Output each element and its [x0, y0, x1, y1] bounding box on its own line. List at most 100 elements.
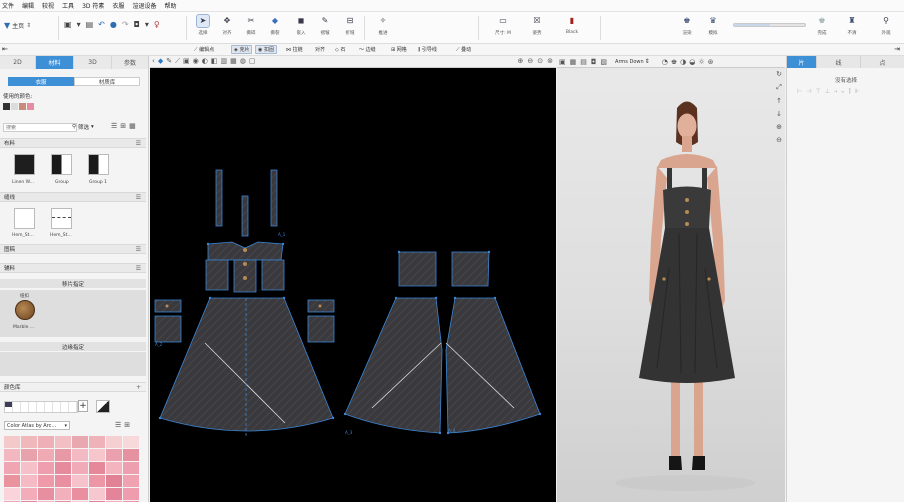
tab-pieces[interactable]: 片	[787, 56, 817, 68]
zoom-selection-icon[interactable]: ⊚	[547, 57, 553, 65]
sub-seam[interactable]: 〜 边缝	[357, 45, 378, 54]
mirror-icon[interactable]: ⫿	[849, 88, 851, 96]
sub-stone[interactable]: ◇ 石	[333, 45, 347, 54]
palette-swatch[interactable]	[38, 462, 54, 474]
add-color-button[interactable]: +	[78, 400, 88, 412]
palette-swatch[interactable]	[72, 488, 88, 500]
palette-swatch[interactable]	[123, 436, 139, 448]
palette-swatch[interactable]	[4, 462, 20, 474]
align-center-icon[interactable]: ⊣	[806, 88, 811, 96]
palette-swatch[interactable]	[89, 436, 105, 448]
collapse-right-icon[interactable]: ⇥	[894, 45, 900, 53]
palette-swatch[interactable]	[21, 475, 37, 487]
home-dropdown[interactable]: ▼ 主页 ⇕	[4, 21, 31, 30]
palette-swatch[interactable]	[72, 436, 88, 448]
fabric-thumb[interactable]	[88, 154, 109, 175]
palette-swatch[interactable]	[89, 462, 105, 474]
color-swatch[interactable]	[3, 103, 10, 110]
flip-v-icon[interactable]: ⫟	[841, 88, 845, 96]
palette-swatch[interactable]	[106, 462, 122, 474]
edit-icon[interactable]: ⟋	[175, 57, 180, 66]
detail-view-icon[interactable]: ▦	[129, 122, 136, 130]
sub-align[interactable]: 对齐	[313, 45, 327, 54]
color-atlas-select[interactable]: Color Atlas by Arc... ▾	[4, 421, 70, 430]
view-front-icon[interactable]: ▣	[559, 58, 566, 66]
zoom-fit-icon[interactable]: ⊙	[537, 57, 543, 65]
record-icon[interactable]: ●	[110, 20, 117, 29]
appearance-button[interactable]: ⚲ 外观	[875, 15, 897, 36]
search-input[interactable]	[4, 124, 76, 132]
zoom-out-icon[interactable]: ⊖	[527, 57, 533, 65]
front-skirt-piece[interactable]	[159, 297, 334, 432]
pocket-piece[interactable]	[154, 315, 182, 343]
palette-swatch[interactable]	[21, 436, 37, 448]
palette-swatch[interactable]	[55, 488, 71, 500]
sub-zipper[interactable]: ⋈ 拉链	[284, 45, 305, 54]
palette-swatch[interactable]	[123, 475, 139, 487]
palette-swatch[interactable]	[106, 436, 122, 448]
tab-2d[interactable]: 2D	[0, 56, 36, 69]
palette-swatch[interactable]	[123, 462, 139, 474]
undo-icon[interactable]: ↶	[98, 20, 105, 29]
render-view-icon[interactable]: ◒	[689, 58, 695, 66]
subtab-library[interactable]: 材质库	[74, 77, 140, 86]
palette-swatch[interactable]	[123, 449, 139, 461]
menu-garment[interactable]: 衣服	[112, 1, 124, 10]
grid-view-icon[interactable]: ⊞	[120, 122, 126, 130]
menu-icon[interactable]: ☰	[136, 246, 141, 253]
back-skirt-left-piece[interactable]	[344, 297, 443, 434]
tab-lines[interactable]: 线	[817, 56, 861, 68]
menu-3d[interactable]: 3D 符素	[82, 1, 104, 10]
palette-swatch[interactable]	[38, 488, 54, 500]
camera-icon[interactable]: ◘	[591, 58, 597, 66]
palette-swatch[interactable]	[21, 488, 37, 500]
pose-select[interactable]: Arms Down	[615, 59, 644, 65]
custom-colors-strip[interactable]	[4, 401, 78, 413]
tool-fold[interactable]: ⊟ 折缝	[339, 15, 361, 36]
fg-bg-color-icon[interactable]	[96, 400, 110, 413]
palette-swatch[interactable]	[106, 475, 122, 487]
avatar-3d-viewport[interactable]: ▣ ▦ ▤ ◘ ▧ Arms Down ⇕ ◔ ♚ ◑ ◒ ☼ ⊛ ↻ ⤢ ↑ …	[557, 56, 785, 502]
sub-grid[interactable]: ⊞ 网格	[389, 45, 409, 54]
pencil-icon[interactable]: ✎	[166, 57, 172, 66]
box-icon[interactable]: ▥	[220, 57, 227, 66]
menu-render[interactable]: 渲退设备	[132, 1, 156, 10]
custom-color-swatch[interactable]	[5, 402, 12, 407]
section-seam[interactable]: 缝线 ☰	[0, 192, 146, 202]
tab-material[interactable]: 材料	[36, 56, 74, 69]
button-trim-thumb[interactable]	[15, 300, 35, 320]
pattern-2d-viewport[interactable]: ‹ ◆ ✎ ⟋ ▣ ◉ ◐ ◧ ▥ ▦ ◍ ▢ ⊕ ⊖ ⊙ ⊚ A_1 A_2 …	[150, 56, 556, 502]
palette-swatch[interactable]	[21, 449, 37, 461]
tool-tear[interactable]: ✂ 撕碎	[240, 15, 262, 36]
avatar-size[interactable]: ▭ 尺寸: M	[488, 15, 518, 36]
grid-icon[interactable]: ▦	[230, 57, 237, 66]
clear-button[interactable]: ♜ 不清	[841, 15, 863, 36]
palette-swatch[interactable]	[55, 475, 71, 487]
image-icon[interactable]: ▧	[600, 58, 607, 66]
camera-icon[interactable]: ◘	[134, 20, 140, 29]
seam-thumb[interactable]	[14, 208, 35, 229]
bodice-left-piece[interactable]	[205, 259, 229, 291]
sub-fix[interactable]: ◉ 扣固	[255, 45, 277, 54]
color-swatch[interactable]	[19, 103, 26, 110]
avatar-pose[interactable]: ☒ 姿势	[523, 15, 551, 36]
strap-piece[interactable]	[270, 169, 278, 227]
palette-swatch[interactable]	[89, 488, 105, 500]
palette-swatch[interactable]	[4, 488, 20, 500]
section-color-lib[interactable]: 颜色库 +	[0, 382, 146, 392]
palette-swatch[interactable]	[106, 488, 122, 500]
tool-avatar[interactable]: ✧ 推进	[372, 15, 394, 36]
strap-piece[interactable]	[215, 169, 223, 227]
frame-icon[interactable]: ▢	[249, 57, 256, 66]
avatar-view-icon[interactable]: ◔	[662, 58, 668, 66]
palette-swatch[interactable]	[21, 462, 37, 474]
fabric-thumb[interactable]	[51, 154, 72, 175]
fabric-thumb[interactable]	[14, 154, 35, 175]
bodice-right-piece[interactable]	[261, 259, 285, 291]
half-circle-icon[interactable]: ◐	[202, 57, 208, 66]
flip-h-icon[interactable]: ⫞	[834, 88, 837, 96]
view-texture-icon[interactable]: ▤	[580, 58, 587, 66]
tab-3d[interactable]: 3D	[74, 56, 112, 69]
section-pattern[interactable]: 图稿 ☰	[0, 244, 146, 254]
chevron-down-icon[interactable]: ▾	[77, 20, 81, 29]
